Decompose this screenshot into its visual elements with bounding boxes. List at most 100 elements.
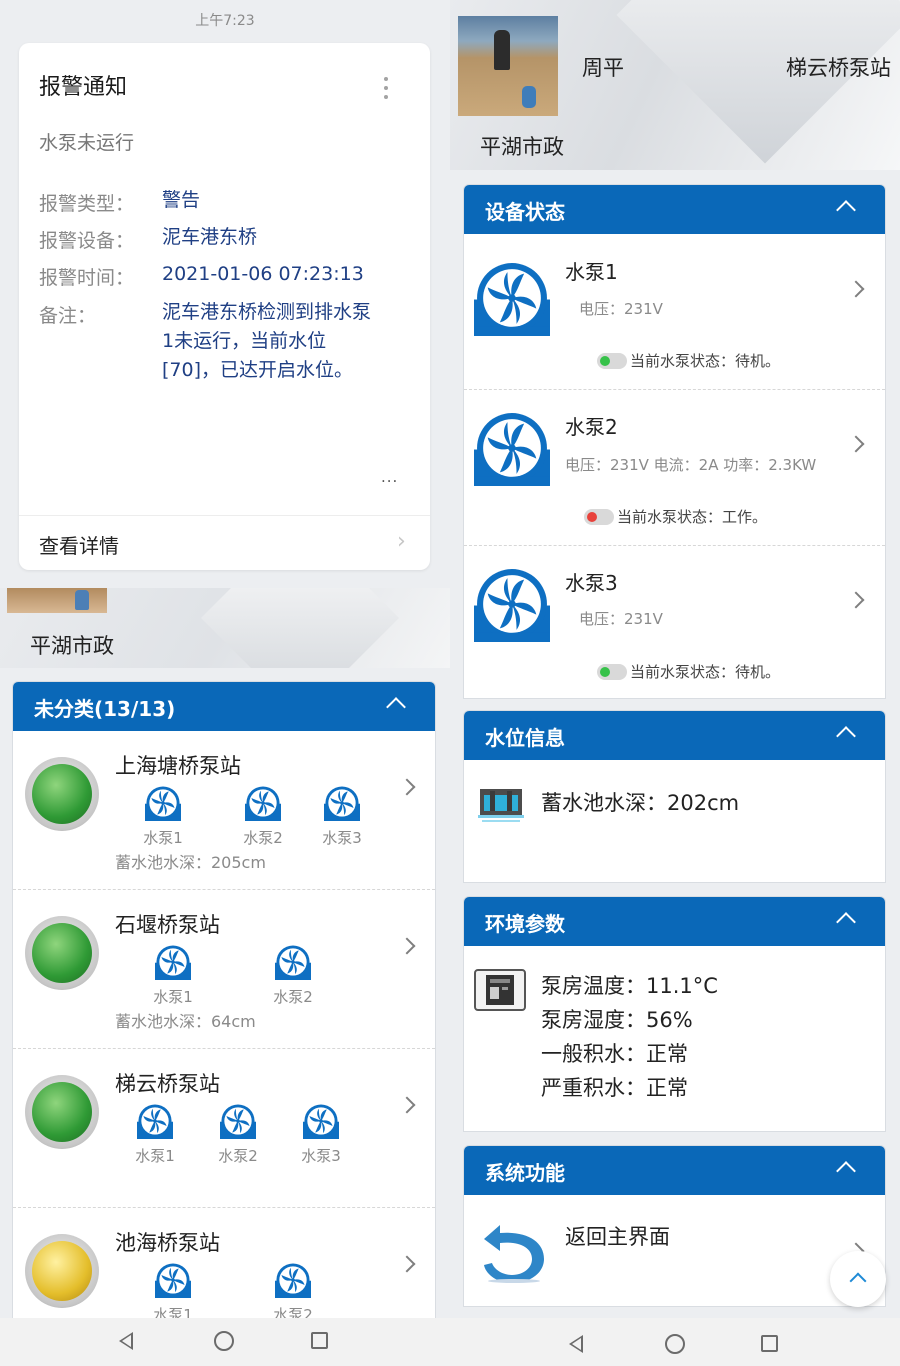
water-level-panel: 水位信息 蓄水池水深：202cm	[463, 710, 886, 883]
panel-header[interactable]: 系统功能	[464, 1146, 885, 1195]
pump-fan-icon	[145, 785, 181, 821]
pump-3[interactable]: 水泵3	[301, 1103, 341, 1166]
alarm-notification-card[interactable]: 报警通知 水泵未运行 报警类型： 警告 报警设备： 泥车港东桥 报警时间： 20…	[19, 43, 430, 570]
pump-fan-icon	[220, 1103, 256, 1139]
pump-fan-icon	[303, 1103, 339, 1139]
general-flooding: 一般积水：正常	[541, 1042, 688, 1066]
toggle-switch-icon	[597, 664, 627, 680]
pump-2[interactable]: 水泵2	[218, 1103, 258, 1166]
scroll-top-button[interactable]	[830, 1251, 886, 1307]
divider	[19, 515, 430, 516]
pump-2[interactable]: 水泵2	[273, 944, 313, 1007]
chevron-up-icon	[849, 1272, 867, 1290]
alarm-device-value: 泥车港东桥	[162, 226, 258, 248]
station-row[interactable]: 池海桥泵站 水泵1 水泵2	[13, 1208, 435, 1318]
pump-1[interactable]: 水泵1	[135, 1103, 175, 1166]
pump-label: 水泵3	[322, 829, 362, 847]
alarm-device-label: 报警设备：	[39, 230, 135, 252]
pump-label: 水泵1	[153, 988, 193, 1006]
view-details-link[interactable]: 查看详情	[39, 530, 119, 559]
pump-1[interactable]: 水泵1	[143, 785, 183, 848]
station-name: 梯云桥泵站	[115, 1072, 220, 1096]
pump-fan-icon	[155, 944, 191, 980]
home-icon[interactable]	[665, 1334, 685, 1354]
pump-fan-icon	[275, 944, 311, 980]
pump-2[interactable]: 水泵2	[273, 1262, 313, 1318]
chevron-right-icon	[398, 1096, 416, 1114]
back-icon[interactable]	[569, 1335, 583, 1353]
pump-label: 水泵1	[143, 829, 183, 847]
recent-apps-icon[interactable]	[761, 1335, 778, 1352]
pump-1[interactable]: 水泵1	[153, 1262, 193, 1318]
collapse-icon[interactable]	[386, 697, 406, 717]
pump-label: 水泵1	[153, 1306, 193, 1318]
more-menu-icon[interactable]	[381, 77, 391, 103]
panel-header[interactable]: 环境参数	[464, 897, 885, 946]
panel-header[interactable]: 水位信息	[464, 711, 885, 760]
panel-title: 水位信息	[485, 726, 565, 750]
pump-status-text: 当前水泵状态：待机。	[630, 352, 781, 370]
pump-fan-icon	[474, 410, 550, 486]
return-main-label: 返回主界面	[565, 1225, 670, 1249]
pump-label: 水泵2	[218, 1147, 258, 1165]
collapse-icon[interactable]	[836, 1161, 856, 1181]
back-icon[interactable]	[119, 1332, 133, 1350]
return-arrow-icon	[484, 1225, 544, 1283]
chevron-right-icon	[847, 280, 865, 298]
pump-2[interactable]: 水泵2	[243, 785, 283, 848]
pump-label: 水泵1	[135, 1147, 175, 1165]
collapse-icon[interactable]	[836, 200, 856, 220]
chevron-right-icon: ›	[397, 529, 406, 554]
station-row[interactable]: 上海塘桥泵站 水泵1 水泵2 水泵3 蓄水池水深：205cm	[13, 731, 435, 889]
station-green-icon	[25, 1075, 99, 1149]
site-name: 梯云桥泵站	[786, 56, 891, 80]
pump-row[interactable]: 水泵3 电压：231V 当前水泵状态：待机。	[464, 546, 885, 698]
pump-status-text: 当前水泵状态：待机。	[630, 663, 781, 681]
pump-row[interactable]: 水泵1 电压：231V 当前水泵状态：待机。	[464, 234, 885, 389]
pump-1[interactable]: 水泵1	[153, 944, 193, 1007]
sensor-box-icon	[474, 969, 526, 1011]
alarm-time-value: 2021-01-06 07:23:13	[162, 263, 364, 285]
room-temperature: 泵房温度：11.1°C	[541, 974, 718, 998]
panel-header[interactable]: 设备状态	[464, 185, 885, 234]
alarm-time-label: 报警时间：	[39, 267, 135, 289]
pump-status-text: 当前水泵状态：工作。	[617, 508, 768, 526]
collapse-icon[interactable]	[836, 726, 856, 746]
pump-fan-icon	[474, 260, 550, 336]
panel-title: 系统功能	[485, 1161, 565, 1185]
alarm-subtitle: 水泵未运行	[39, 132, 135, 154]
station-row[interactable]: 梯云桥泵站 水泵1 水泵2 水泵3	[13, 1049, 435, 1207]
pump-label: 水泵2	[273, 1306, 313, 1318]
pump-row[interactable]: 水泵2 电压：231V 电流：2A 功率：2.3KW 当前水泵状态：工作。	[464, 390, 885, 545]
station-row[interactable]: 石堰桥泵站 水泵1 水泵2 蓄水池水深：64cm	[13, 890, 435, 1048]
pump-label: 水泵2	[243, 829, 283, 847]
recent-apps-icon[interactable]	[311, 1332, 328, 1349]
station-green-icon	[25, 916, 99, 990]
home-icon[interactable]	[214, 1331, 234, 1351]
status-time: 上午7:23	[195, 13, 255, 29]
station-name: 石堰桥泵站	[115, 913, 220, 937]
station-name: 池海桥泵站	[115, 1231, 220, 1255]
collapse-icon[interactable]	[836, 912, 856, 932]
alarm-note-label: 备注：	[39, 305, 97, 327]
system-functions-panel: 系统功能 返回主界面	[463, 1145, 886, 1307]
room-humidity: 泵房湿度：56%	[541, 1008, 693, 1032]
chevron-right-icon	[398, 778, 416, 796]
pump-3[interactable]: 水泵3	[322, 785, 362, 848]
return-main-row[interactable]: 返回主界面	[464, 1195, 885, 1306]
pump-name: 水泵3	[565, 571, 618, 595]
device-status-panel: 设备状态 水泵1 电压：231V 当前水泵状态：待机。 水泵2 电压：231V …	[463, 184, 886, 699]
toggle-switch-icon	[597, 353, 627, 369]
pump-spec: 电压：231V	[579, 610, 663, 628]
chevron-right-icon	[398, 1255, 416, 1273]
panel-title: 未分类(13/13)	[34, 697, 176, 721]
pump-label: 水泵3	[301, 1147, 341, 1165]
station-yellow-icon	[25, 1234, 99, 1308]
tank-depth: 蓄水池水深：64cm	[115, 1012, 256, 1031]
pump-fan-icon	[474, 566, 550, 642]
org-name: 平湖市政	[480, 135, 564, 159]
panel-header[interactable]: 未分类(13/13)	[13, 682, 435, 731]
alarm-type-value: 警告	[162, 189, 201, 211]
pump-fan-icon	[245, 785, 281, 821]
user-avatar[interactable]	[458, 16, 558, 116]
